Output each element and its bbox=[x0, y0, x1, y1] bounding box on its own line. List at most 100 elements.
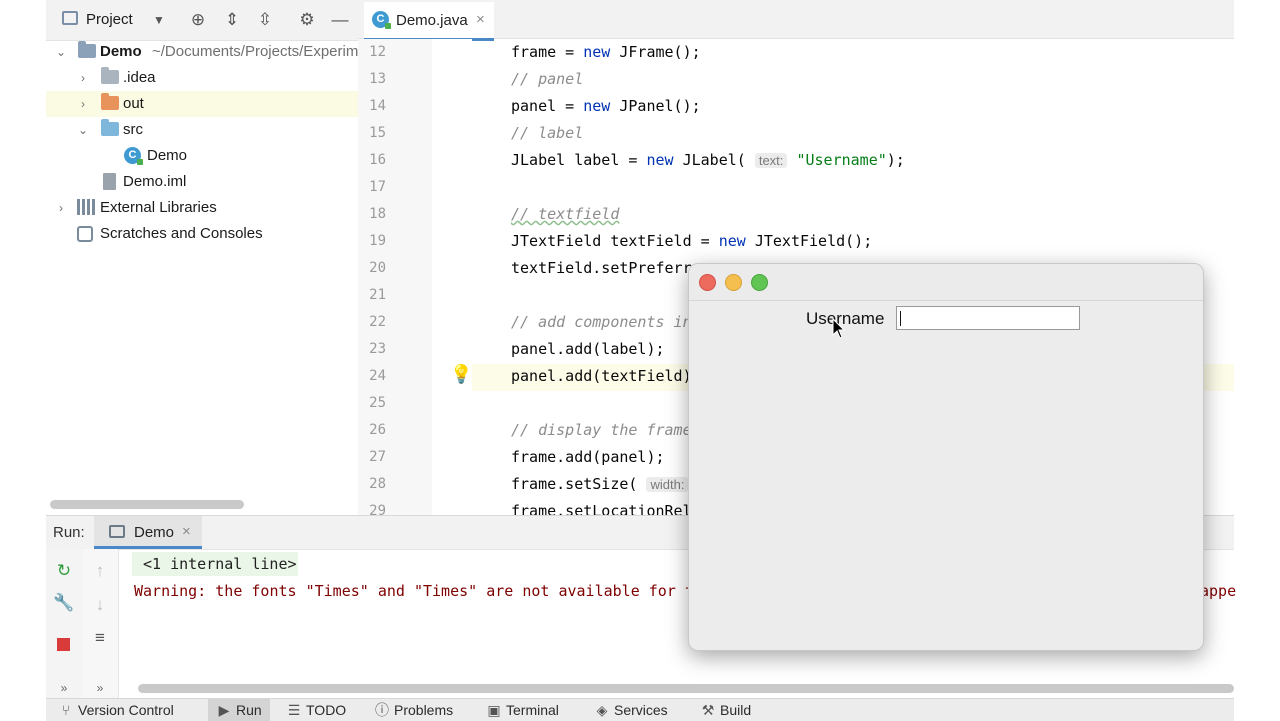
problems-label: Problems bbox=[394, 702, 454, 718]
line-number: 27 bbox=[369, 449, 386, 465]
line-number: 15 bbox=[369, 125, 386, 141]
project-header: Project ▼ ⊕ ⇕ ⇳ ⚙ — bbox=[46, 0, 358, 41]
chevron-right-icon[interactable]: › bbox=[76, 71, 90, 85]
version-control-label: Version Control bbox=[78, 702, 174, 718]
close-icon[interactable]: × bbox=[476, 11, 485, 28]
hammer-icon: ⚒ bbox=[701, 702, 715, 718]
file-icon bbox=[103, 173, 116, 190]
tree-item-label: External Libraries bbox=[100, 199, 217, 216]
tree-item-idea[interactable]: › .idea bbox=[46, 65, 358, 91]
code-line[interactable]: // label bbox=[511, 124, 583, 142]
code-line[interactable]: panel = new JPanel(); bbox=[511, 97, 701, 115]
tree-item-demo-root[interactable]: ⌄ Demo ~/Documents/Projects/Experiments bbox=[46, 39, 387, 65]
zoom-window-icon[interactable] bbox=[751, 274, 768, 291]
code-line[interactable]: // add components in bbox=[511, 313, 692, 331]
code-line[interactable]: textField.setPreferr bbox=[511, 259, 692, 277]
tree-item-label: out bbox=[123, 95, 144, 112]
line-number: 14 bbox=[369, 98, 386, 114]
close-icon[interactable]: × bbox=[182, 523, 191, 540]
build-button[interactable]: ⚒ Build bbox=[700, 699, 751, 721]
terminal-icon: ▣ bbox=[487, 702, 501, 718]
todo-button[interactable]: ☰ TODO bbox=[286, 699, 346, 721]
chevron-down-icon[interactable]: ▼ bbox=[149, 10, 169, 30]
rerun-icon[interactable]: ↻ bbox=[53, 560, 75, 582]
problems-button[interactable]: ⓘ Problems bbox=[374, 699, 453, 721]
expand-all-icon[interactable]: ⇕ bbox=[222, 10, 242, 30]
terminal-label: Terminal bbox=[506, 702, 559, 718]
code-line[interactable]: frame.add(panel); bbox=[511, 448, 665, 466]
line-number: 13 bbox=[369, 71, 386, 87]
comment-text: // textfield bbox=[511, 205, 620, 223]
more-icon[interactable]: » bbox=[89, 677, 111, 699]
console-horizontal-scrollbar[interactable] bbox=[138, 684, 1234, 693]
tree-item-demo-iml[interactable]: Demo.iml bbox=[46, 169, 358, 195]
minimize-window-icon[interactable] bbox=[725, 274, 742, 291]
tool-window-bar: ⑂ Version Control ▶ Run ☰ TODO ⓘ Problems ▣ T… bbox=[46, 698, 1234, 721]
run-title: Run: bbox=[53, 524, 85, 541]
terminal-button[interactable]: ▣ Terminal bbox=[486, 699, 559, 721]
todo-label: TODO bbox=[306, 702, 347, 718]
arrow-down-icon[interactable]: ↓ bbox=[89, 594, 111, 616]
wrench-icon[interactable]: 🔧 bbox=[53, 592, 75, 614]
soft-wrap-icon[interactable]: ≡ bbox=[89, 627, 111, 649]
code-line[interactable]: frame = new JFrame(); bbox=[511, 43, 701, 61]
tab-demo-java[interactable]: C Demo.java × bbox=[364, 2, 494, 41]
console-folded-line[interactable]: <1 internal line> bbox=[143, 555, 297, 573]
comment-text: // label bbox=[511, 124, 584, 142]
folder-icon bbox=[101, 67, 119, 84]
excluded-folder-icon bbox=[101, 93, 119, 110]
line-number: 26 bbox=[369, 422, 386, 438]
arrow-up-icon[interactable]: ↑ bbox=[89, 560, 111, 582]
code-line[interactable]: // panel bbox=[511, 70, 583, 88]
run-tab-label: Demo bbox=[134, 524, 175, 541]
java-class-icon: C bbox=[372, 11, 391, 29]
chevron-right-icon[interactable]: › bbox=[76, 97, 90, 111]
tree-item-label: Demo bbox=[100, 43, 142, 60]
run-tab-demo[interactable]: Demo × bbox=[94, 516, 202, 549]
close-window-icon[interactable] bbox=[699, 274, 716, 291]
line-number: 20 bbox=[369, 260, 386, 276]
build-label: Build bbox=[720, 702, 752, 718]
code-line[interactable]: // textfield bbox=[511, 205, 619, 223]
mouse-pointer-icon bbox=[832, 318, 846, 339]
locate-icon[interactable]: ⊕ bbox=[188, 10, 208, 30]
stop-icon[interactable] bbox=[57, 638, 70, 651]
horizontal-scrollbar[interactable] bbox=[50, 500, 244, 509]
play-icon: ▶ bbox=[218, 702, 230, 718]
tab-label: Demo.java bbox=[396, 12, 468, 29]
lightbulb-icon[interactable]: 💡 bbox=[450, 364, 472, 385]
gear-icon[interactable]: ⚙ bbox=[297, 10, 317, 30]
line-number: 19 bbox=[369, 233, 386, 249]
username-text-field[interactable] bbox=[896, 306, 1080, 330]
tree-item-label: .idea bbox=[123, 69, 156, 86]
window-titlebar[interactable] bbox=[689, 264, 1203, 301]
tree-item-src[interactable]: ⌄ src bbox=[46, 117, 358, 143]
chevron-right-icon[interactable]: › bbox=[54, 201, 68, 215]
code-line[interactable]: panel.add(label); bbox=[511, 340, 665, 358]
services-label: Services bbox=[614, 702, 668, 718]
run-tool-button[interactable]: ▶ Run bbox=[208, 699, 270, 721]
version-control-button[interactable]: ⑂ Version Control bbox=[58, 699, 174, 721]
code-line[interactable]: JLabel label = new JLabel( text: "Userna… bbox=[511, 151, 905, 169]
project-header-title[interactable]: Project bbox=[86, 11, 133, 28]
project-view-icon[interactable] bbox=[62, 11, 78, 25]
more-icon[interactable]: » bbox=[53, 677, 75, 699]
module-folder-icon bbox=[78, 41, 96, 58]
tree-item-out[interactable]: › out bbox=[46, 91, 358, 117]
services-button[interactable]: ◈ Services bbox=[594, 699, 668, 721]
run-toolbar-primary: ↻ 🔧 » bbox=[46, 549, 83, 699]
chevron-down-icon[interactable]: ⌄ bbox=[54, 45, 68, 59]
tree-item-external-libraries[interactable]: › External Libraries bbox=[46, 195, 358, 221]
code-line[interactable]: // display the frame bbox=[511, 421, 692, 439]
console-warning-line: Warning: the fonts "Times" and "Times" a… bbox=[134, 582, 694, 600]
chevron-down-icon[interactable]: ⌄ bbox=[76, 123, 90, 137]
code-line[interactable]: panel.add(textField) bbox=[511, 367, 692, 385]
tree-item-scratches[interactable]: Scratches and Consoles bbox=[46, 221, 358, 247]
code-line[interactable]: JTextField textField = new JTextField(); bbox=[511, 232, 872, 250]
hide-icon[interactable]: — bbox=[330, 10, 350, 30]
services-icon: ◈ bbox=[596, 702, 608, 718]
tree-item-demo-class[interactable]: C Demo bbox=[46, 143, 358, 169]
comment-text: // display the frame bbox=[511, 421, 692, 439]
code-line[interactable]: frame.setSize( width: bbox=[511, 475, 689, 493]
collapse-all-icon[interactable]: ⇳ bbox=[255, 10, 275, 30]
